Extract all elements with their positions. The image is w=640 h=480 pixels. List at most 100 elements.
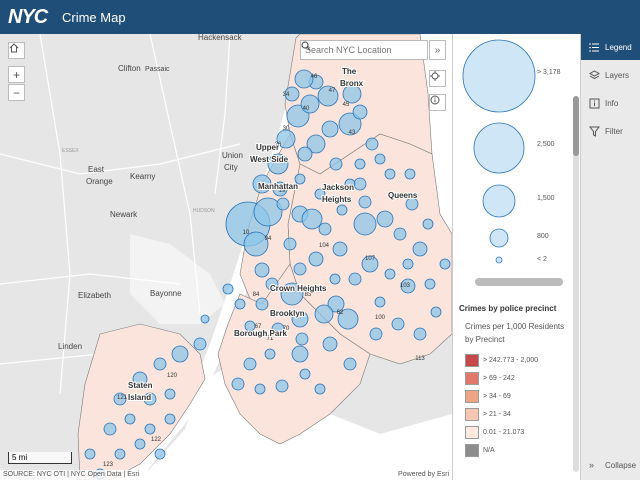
precinct-crime-circle[interactable] (297, 146, 313, 162)
precinct-crime-circle[interactable] (384, 268, 396, 280)
precinct-crime-circle[interactable] (424, 278, 436, 290)
precinct-crime-circle[interactable] (193, 337, 207, 351)
precinct-crime-circle[interactable] (84, 448, 96, 460)
precinct-crime-circle[interactable] (154, 448, 166, 460)
precinct-number-label: 113 (415, 356, 425, 362)
precinct-crime-circle[interactable] (234, 298, 246, 310)
precinct-crime-circle[interactable] (358, 195, 372, 209)
zoom-out-button[interactable]: − (8, 84, 25, 101)
precinct-crime-circle[interactable] (343, 357, 357, 371)
precinct-crime-circle[interactable] (103, 422, 117, 436)
precinct-crime-circle[interactable] (412, 241, 428, 257)
collapse-button[interactable]: » Collapse (581, 452, 640, 478)
precinct-number-label: 47 (329, 88, 336, 94)
tab-legend[interactable]: Legend (581, 34, 640, 60)
tab-filter[interactable]: Filter (581, 118, 640, 144)
precinct-crime-circle[interactable] (222, 283, 234, 295)
precinct-crime-circle[interactable] (365, 137, 379, 151)
precinct-crime-circle[interactable] (276, 197, 290, 211)
precinct-crime-circle[interactable] (200, 314, 210, 324)
precinct-crime-circle[interactable] (308, 251, 324, 267)
precinct-crime-circle[interactable] (124, 413, 136, 425)
precinct-crime-circle[interactable] (255, 297, 269, 311)
map-info-button[interactable] (429, 94, 446, 111)
attribution-text: SOURCE: NYC OTI | NYC Open Data | Esri (3, 471, 140, 478)
precinct-crime-circle[interactable] (374, 153, 386, 165)
precinct-crime-circle[interactable] (384, 168, 396, 180)
precinct-crime-circle[interactable] (439, 258, 451, 270)
precinct-crime-circle[interactable] (391, 317, 405, 331)
precinct-crime-circle[interactable] (275, 379, 289, 393)
precinct-crime-circle[interactable] (254, 262, 270, 278)
map-place-label: Staten (128, 381, 153, 390)
map-view[interactable]: 46 47 45 40 43 34 26 30 19 10 104 107 103 113 83 84 94 67… (0, 34, 452, 480)
precinct-crime-circle[interactable] (354, 158, 366, 170)
precinct-crime-circle[interactable] (329, 157, 343, 171)
tab-layers[interactable]: Layers (581, 62, 640, 88)
precinct-crime-circle[interactable] (353, 177, 367, 191)
map-place-label: Brooklyn (270, 309, 305, 318)
precinct-crime-circle[interactable] (299, 368, 311, 380)
precinct-crime-circle[interactable] (314, 383, 326, 395)
precinct-crime-circle[interactable] (348, 272, 362, 286)
precinct-crime-circle[interactable] (393, 227, 407, 241)
precinct-crime-circle[interactable] (352, 104, 368, 120)
search-icon[interactable] (301, 41, 427, 59)
locate-button[interactable] (429, 70, 446, 87)
precinct-crime-circle[interactable] (134, 438, 146, 450)
precinct-crime-circle[interactable] (374, 296, 386, 308)
precinct-crime-circle[interactable] (332, 241, 348, 257)
precinct-crime-circle[interactable] (153, 357, 167, 371)
precinct-number-label: 46 (311, 74, 318, 80)
precinct-crime-circle[interactable] (402, 258, 414, 270)
precinct-crime-circle[interactable] (336, 204, 348, 216)
precinct-crime-circle[interactable] (314, 304, 334, 324)
legend-class-label: 0.01 - 21.073 (483, 429, 525, 436)
precinct-crime-circle[interactable] (171, 345, 189, 363)
map-place-label: Union (222, 151, 243, 160)
precinct-crime-circle[interactable] (283, 237, 297, 251)
app-title: Crime Map (62, 9, 126, 25)
size-label-5: < 2 (537, 256, 547, 263)
precinct-crime-circle[interactable] (321, 120, 339, 138)
precinct-crime-circle[interactable] (295, 332, 309, 346)
precinct-crime-circle[interactable] (264, 348, 276, 360)
powered-by-esri[interactable]: Powered by Esri (398, 470, 449, 480)
precinct-crime-circle[interactable] (422, 218, 434, 230)
scale-bar: 5 mi (8, 452, 72, 464)
precinct-crime-circle[interactable] (329, 273, 341, 285)
map-place-label: Manhattan (258, 182, 298, 191)
precinct-crime-circle[interactable] (243, 357, 257, 371)
zoom-in-button[interactable]: + (8, 66, 25, 83)
precinct-crime-circle[interactable] (301, 208, 323, 230)
precinct-crime-circle[interactable] (404, 168, 416, 180)
expand-search-button[interactable]: » (429, 40, 446, 60)
search-input[interactable] (301, 41, 409, 59)
legend-scrollbar[interactable] (573, 96, 579, 472)
precinct-crime-circle[interactable] (413, 327, 427, 341)
precinct-crime-circle[interactable] (353, 212, 377, 236)
precinct-crime-circle[interactable] (376, 210, 394, 228)
size-label-2: 2,500 (537, 141, 555, 148)
precinct-crime-circle[interactable] (293, 262, 307, 276)
precinct-crime-circle[interactable] (430, 306, 442, 318)
precinct-crime-circle[interactable] (144, 423, 156, 435)
home-button[interactable] (8, 42, 25, 59)
precinct-crime-circle[interactable] (322, 336, 338, 352)
precinct-crime-circle[interactable] (254, 383, 266, 395)
map-place-label: Passaic (145, 66, 170, 73)
nyc-logo[interactable]: NYC (8, 6, 58, 29)
precinct-crime-circle[interactable] (164, 413, 176, 425)
legend-swatch (465, 444, 479, 457)
precinct-crime-circle[interactable] (164, 388, 176, 400)
legend-horizontal-scrollbar[interactable] (475, 278, 563, 286)
precinct-crime-circle[interactable] (114, 448, 126, 460)
precinct-crime-circle[interactable] (291, 345, 309, 363)
size-label-1: > 3,178 (537, 69, 561, 76)
precinct-number-label: 107 (365, 256, 376, 262)
tab-info[interactable]: Info (581, 90, 640, 116)
precinct-crime-circle[interactable] (231, 377, 245, 391)
precinct-crime-circle[interactable] (318, 222, 332, 236)
precinct-crime-circle[interactable] (369, 327, 383, 341)
legend-scrollbar-thumb[interactable] (573, 96, 579, 156)
